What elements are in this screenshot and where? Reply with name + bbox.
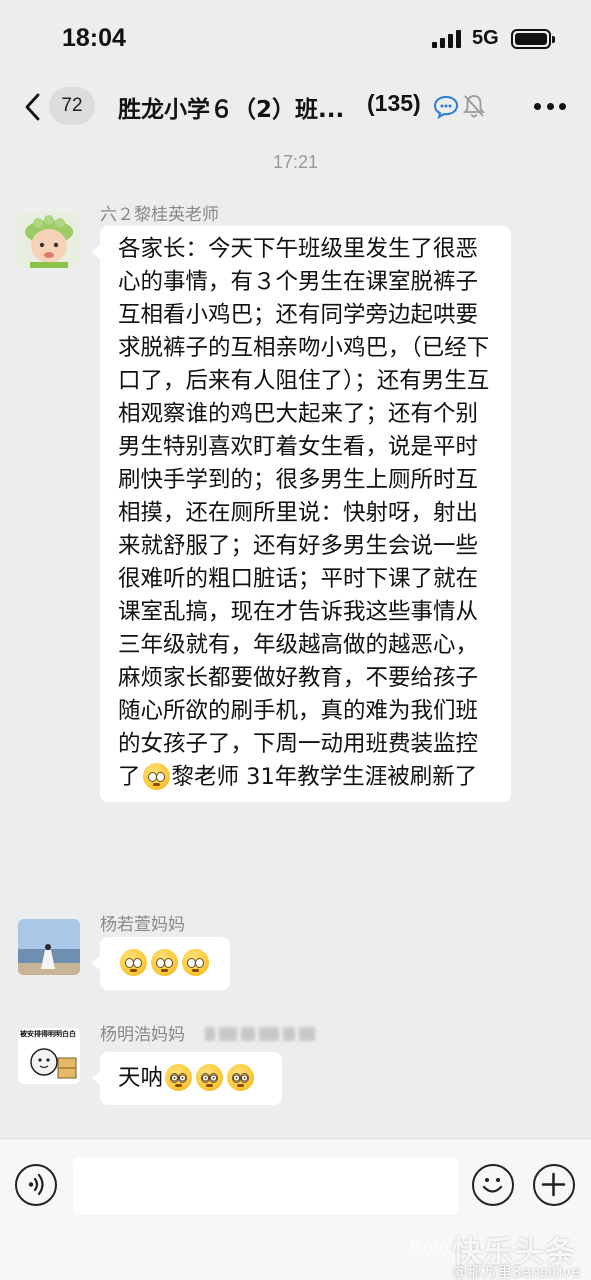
sender-name: 杨明浩妈妈 [100,1025,185,1045]
member-count[interactable]: (135) [367,90,421,117]
message-input[interactable] [73,1157,459,1215]
nav-bar: 72 胜龙小学６（2）班... (135) [0,80,591,136]
bell-off-icon [463,95,485,118]
chevron-left-icon[interactable] [22,92,46,122]
avatar[interactable] [18,919,80,975]
watermark-account: @那万里Sensitive [452,1263,581,1280]
message-timestamp: 17:21 [272,152,319,172]
watermark-prefix: Bolo [410,1237,450,1258]
avatar[interactable] [18,212,80,268]
status-time: 18:04 [62,24,126,52]
blurred-redaction [205,1025,325,1043]
avatar[interactable]: 被安排得明明白白 [18,1028,80,1084]
pleading-face-emoji [142,763,170,790]
pleading-face-emoji [182,949,209,976]
battery-icon [511,29,555,49]
emoji-icon[interactable] [472,1164,514,1206]
message-bubble[interactable]: 各家长：今天下午班级里发生了很恶心的事情，有３个男生在课室脱裤子互相看小鸡巴；还… [92,226,511,802]
pleading-face-emoji [120,949,147,976]
message-bubble[interactable] [92,937,230,990]
input-bar: Bolo 快乐头条 @那万里Sensitive [0,1138,591,1280]
message-bubble[interactable]: 天呐 [92,1052,282,1105]
chat-title[interactable]: 胜龙小学６（2）班... [118,90,344,124]
dizzy-face-emoji [165,1064,193,1091]
more-dots-icon[interactable] [534,103,566,111]
dizzy-face-emoji [227,1064,255,1091]
dizzy-face-emoji [196,1064,224,1091]
group-chat-icon [433,95,459,120]
status-bar: 18:04 5G [0,0,591,80]
sender-name: 六２黎桂英老师 [100,205,219,225]
message-text-tail: 黎老师 31年教学生涯被刷新了 [171,764,478,790]
pleading-face-emoji [151,949,178,976]
voice-icon[interactable] [15,1164,57,1206]
unread-badge[interactable]: 72 [49,87,95,125]
plus-icon[interactable] [533,1164,575,1206]
signal-icon [432,30,464,48]
message-text: 各家长：今天下午班级里发生了很恶心的事情，有３个男生在课室脱裤子互相看小鸡巴；还… [118,236,490,790]
sender-name: 杨若萱妈妈 [100,915,185,935]
network-label: 5G [472,27,499,49]
message-text: 天呐 [118,1065,164,1091]
